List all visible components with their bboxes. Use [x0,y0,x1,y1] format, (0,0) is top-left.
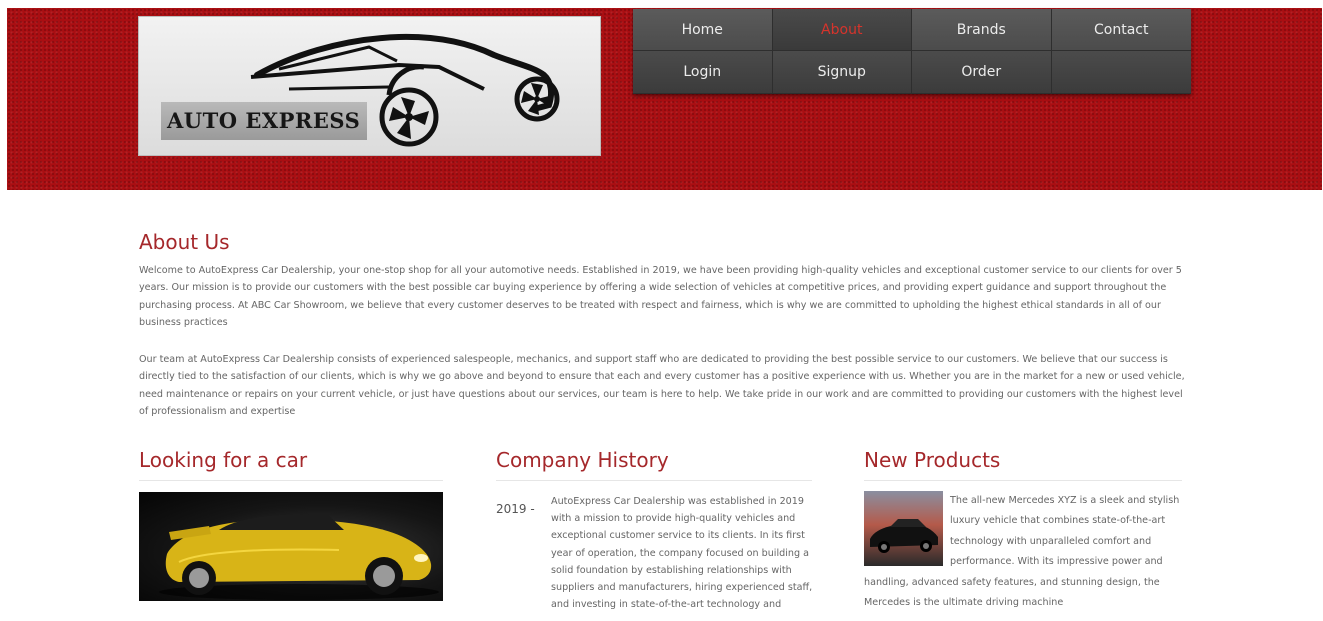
looking-divider [139,480,443,481]
history-title: Company History [496,448,669,472]
products-divider [864,480,1182,481]
about-paragraph-2: Our team at AutoExpress Car Dealership c… [139,354,1185,418]
history-divider [496,480,812,481]
nav-home[interactable]: Home [633,9,773,51]
header-banner: AUTO EXPRESS Home About Brands Contact L… [7,8,1322,190]
nav-brands[interactable]: Brands [912,9,1052,51]
nav-empty-cell [1051,51,1191,94]
products-title: New Products [864,448,1001,472]
about-title: About Us [139,230,230,254]
nav-order[interactable]: Order [912,51,1052,94]
history-year: 2019 - [496,502,535,516]
site-logo[interactable]: AUTO EXPRESS [138,16,601,156]
main-navigation: Home About Brands Contact Login Signup O… [633,9,1191,94]
yellow-car-icon [159,514,439,600]
nav-contact[interactable]: Contact [1051,9,1191,51]
products-text: The all-new Mercedes XYZ is a sleek and … [864,495,1180,609]
nav-signup[interactable]: Signup [772,51,912,94]
nav-about[interactable]: About [772,9,912,51]
looking-title: Looking for a car [139,448,308,472]
nav-login[interactable]: Login [633,51,773,94]
history-text: AutoExpress Car Dealership was establish… [551,496,813,611]
sports-car-image [139,492,443,601]
logo-text: AUTO EXPRESS [161,102,367,140]
about-paragraph-1: Welcome to AutoExpress Car Dealership, y… [139,265,1182,329]
